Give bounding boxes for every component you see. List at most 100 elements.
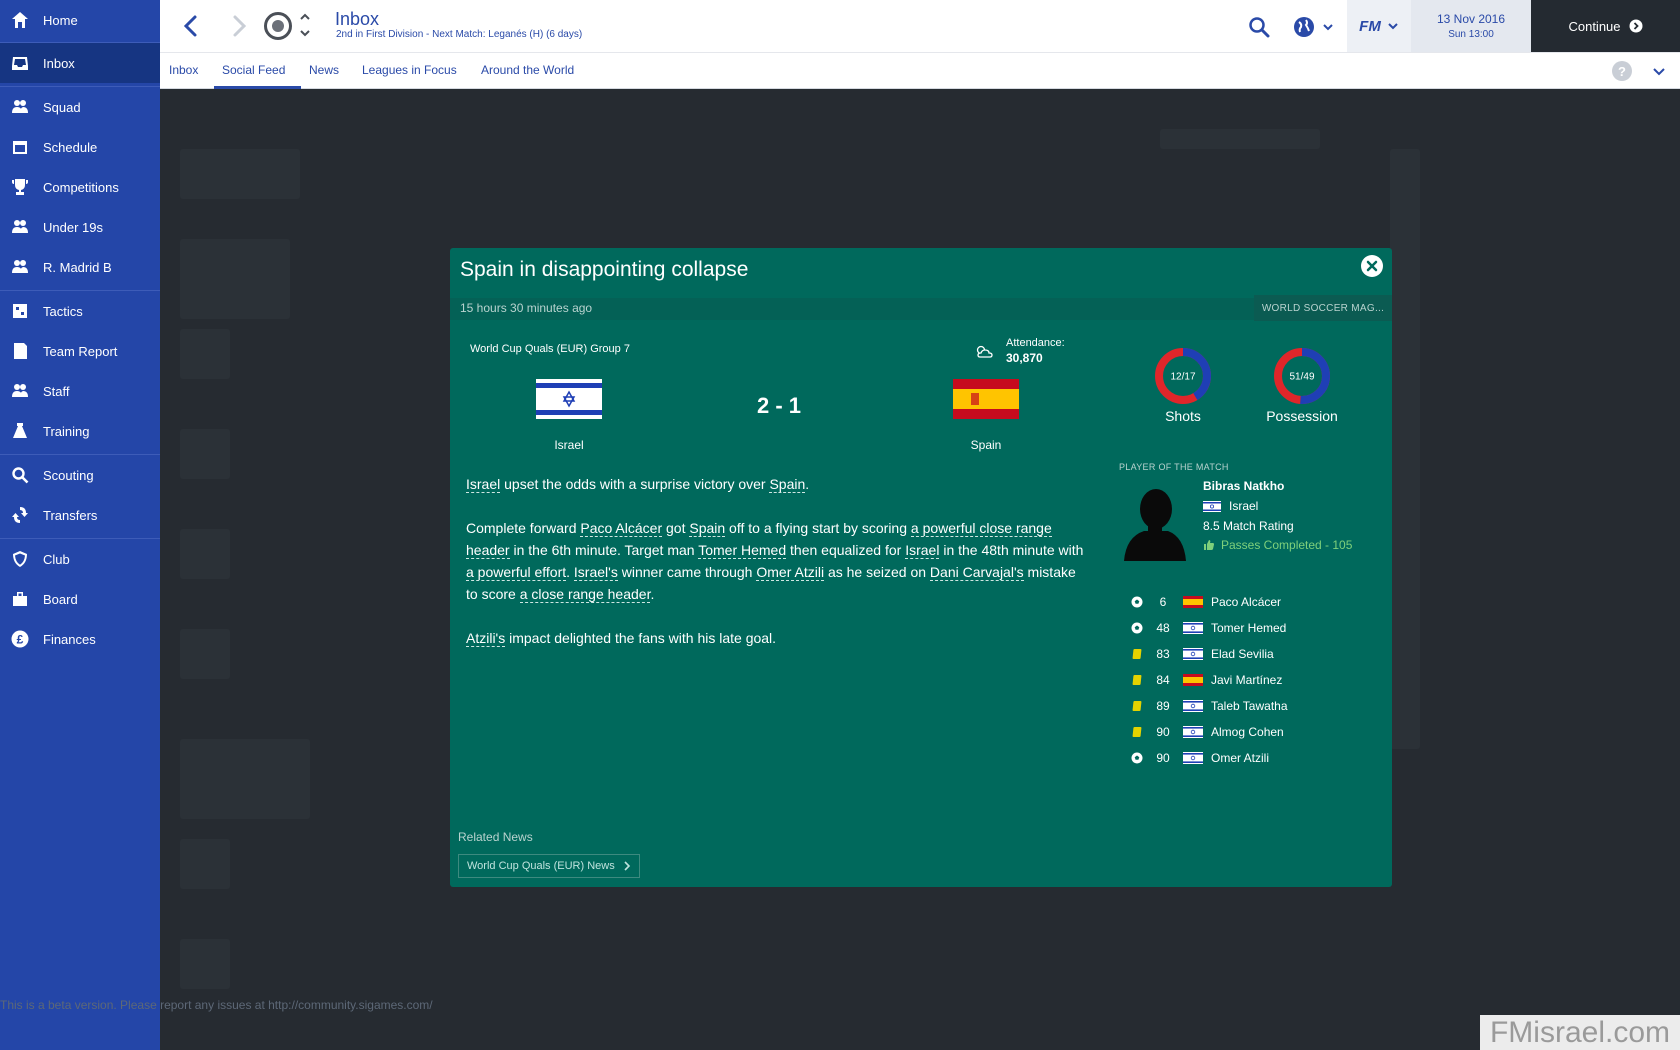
- sidebar-item-schedule[interactable]: Schedule: [0, 127, 160, 167]
- yellow-card-icon: [1131, 648, 1143, 660]
- sidebar-item-label: Squad: [43, 99, 81, 115]
- fm-logo: FM: [1359, 17, 1381, 35]
- sidebar-item-scouting[interactable]: Scouting: [0, 455, 160, 495]
- article-link[interactable]: a close range header: [519, 586, 651, 603]
- article-link[interactable]: Omer Atzili: [756, 564, 825, 581]
- sidebar-item-home[interactable]: Home: [0, 0, 160, 40]
- match-event-row[interactable]: 89 Taleb Tawatha: [1131, 696, 1288, 716]
- sidebar-item-r-madrid-b[interactable]: R. Madrid B: [0, 247, 160, 287]
- article-link[interactable]: Atzili's: [466, 630, 506, 647]
- sidebar-divider: [0, 42, 160, 43]
- inbox-icon: [10, 53, 30, 73]
- continue-button[interactable]: Continue: [1531, 0, 1680, 52]
- article-text: impact delighted the fans with his late …: [505, 630, 777, 646]
- spain-flag-icon[interactable]: [953, 379, 1019, 419]
- sidebar-divider: [0, 538, 160, 539]
- close-button[interactable]: [1361, 255, 1383, 277]
- article-link[interactable]: Tomer Hemed: [698, 542, 787, 559]
- sidebar-item-training[interactable]: Training: [0, 411, 160, 451]
- up-down-chevron-icon[interactable]: [298, 10, 312, 40]
- article-link[interactable]: Spain: [769, 476, 806, 493]
- related-news-button[interactable]: World Cup Quals (EUR) News: [458, 854, 640, 878]
- match-event-row[interactable]: 83 Elad Sevilia: [1131, 644, 1274, 664]
- sidebar-item-finances[interactable]: £ Finances: [0, 619, 160, 659]
- match-event-row[interactable]: 48 Tomer Hemed: [1131, 618, 1286, 638]
- away-team-name[interactable]: Spain: [946, 438, 1026, 452]
- donut-value: 51/49: [1289, 372, 1314, 383]
- event-minute: 89: [1156, 699, 1170, 713]
- time-text: Sun 13:00: [1448, 29, 1494, 40]
- trophy-icon: [10, 177, 30, 197]
- player-silhouette-icon[interactable]: [1120, 481, 1186, 561]
- game-date[interactable]: 13 Nov 2016 Sun 13:00: [1411, 0, 1531, 52]
- israel-flag-icon[interactable]: [536, 379, 602, 419]
- sidebar-item-under-19s[interactable]: Under 19s: [0, 207, 160, 247]
- search-icon[interactable]: [1248, 16, 1270, 38]
- potm-player-name[interactable]: Bibras Natkho: [1203, 479, 1284, 493]
- sidebar-item-staff[interactable]: Staff: [0, 371, 160, 411]
- sidebar-item-tactics[interactable]: Tactics: [0, 291, 160, 331]
- event-player-name: Taleb Tawatha: [1211, 699, 1288, 713]
- match-event-row[interactable]: 84 Javi Martínez: [1131, 670, 1282, 690]
- shots-label: Shots: [1165, 408, 1201, 424]
- sidebar-item-label: Team Report: [43, 343, 118, 359]
- news-source[interactable]: WORLD SOCCER MAG...: [1254, 295, 1392, 321]
- potm-label: PLAYER OF THE MATCH: [1119, 462, 1229, 472]
- competition-name[interactable]: World Cup Quals (EUR) Group 7: [470, 343, 630, 355]
- match-event-row[interactable]: 90 Omer Atzili: [1131, 748, 1269, 768]
- sidebar-item-squad[interactable]: Squad: [0, 87, 160, 127]
- page-subtitle: 2nd in First Division - Next Match: Lega…: [336, 29, 583, 40]
- article-text: Complete forward: [466, 520, 581, 536]
- match-event-row[interactable]: 6 Paco Alcácer: [1131, 592, 1281, 612]
- article-link[interactable]: Spain: [689, 520, 726, 537]
- donut-value: 12/17: [1170, 372, 1195, 383]
- search-icon: [10, 465, 30, 485]
- article-text: .: [650, 586, 655, 602]
- watermark: FMisrael.com: [1480, 1015, 1680, 1050]
- chevron-down-icon[interactable]: [1652, 64, 1666, 78]
- help-icon[interactable]: ?: [1612, 61, 1632, 81]
- sidebar-divider: [0, 454, 160, 455]
- forward-arrow-icon[interactable]: [228, 14, 250, 38]
- tab-inbox[interactable]: Inbox: [169, 63, 198, 77]
- potm-nation[interactable]: Israel: [1203, 499, 1258, 513]
- sidebar-item-inbox[interactable]: Inbox: [0, 43, 160, 83]
- sidebar-item-competitions[interactable]: Competitions: [0, 167, 160, 207]
- attendance-label: Attendance:: [1006, 337, 1065, 349]
- sidebar-item-club[interactable]: Club: [0, 539, 160, 579]
- club-badge-icon[interactable]: [264, 12, 292, 40]
- sidebar-item-team-report[interactable]: Team Report: [0, 331, 160, 371]
- report-icon: [10, 341, 30, 361]
- tab-news[interactable]: News: [309, 63, 339, 77]
- article-link[interactable]: Israel's: [573, 564, 618, 581]
- tab-leagues-in-focus[interactable]: Leagues in Focus: [362, 63, 457, 77]
- world-menu[interactable]: [1292, 14, 1336, 40]
- event-player-name: Tomer Hemed: [1211, 621, 1287, 635]
- yellow-card-icon: [1131, 674, 1143, 686]
- sidebar-item-transfers[interactable]: Transfers: [0, 495, 160, 535]
- goal-ball-icon: [1131, 752, 1143, 764]
- tab-social-feed[interactable]: Social Feed: [222, 63, 285, 77]
- match-event-row[interactable]: 90 Almog Cohen: [1131, 722, 1284, 742]
- back-arrow-icon[interactable]: [180, 14, 202, 38]
- chevron-down-icon: [1323, 24, 1333, 31]
- article-link[interactable]: Israel: [466, 476, 501, 493]
- related-news-label: Related News: [458, 830, 533, 844]
- fm-menu-button[interactable]: FM: [1347, 0, 1411, 52]
- home-team-name[interactable]: Israel: [529, 438, 609, 452]
- article-text: as he seized on: [824, 564, 930, 580]
- article-text: in the 6th minute. Target man: [509, 542, 699, 558]
- sidebar-item-board[interactable]: Board: [0, 579, 160, 619]
- calendar-icon: [10, 137, 30, 157]
- tab-around-the-world[interactable]: Around the World: [481, 63, 574, 77]
- sidebar: Home Inbox Squad Schedule Competitions Under …: [0, 0, 160, 1050]
- article-link[interactable]: Israel: [905, 542, 940, 559]
- israel-flag-icon: [1183, 648, 1203, 660]
- thumbs-up-icon: [1204, 540, 1214, 550]
- article-text: off to a flying start by scoring: [725, 520, 911, 536]
- article-link[interactable]: a powerful effort: [466, 564, 567, 581]
- article-link[interactable]: Paco Alcácer: [580, 520, 663, 537]
- sidebar-item-label: Scouting: [43, 467, 94, 483]
- match-score[interactable]: 2 - 1: [757, 393, 801, 419]
- article-link[interactable]: Dani Carvajal's: [929, 564, 1024, 581]
